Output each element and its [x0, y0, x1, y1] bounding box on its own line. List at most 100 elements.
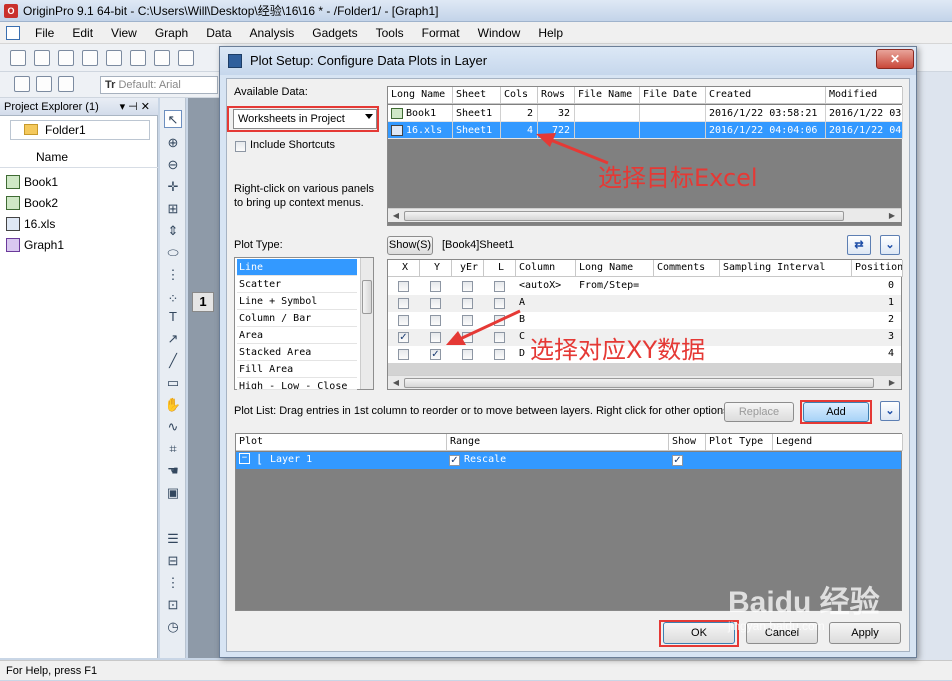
- x-checkbox-a[interactable]: [398, 298, 409, 309]
- data-selector-tool-icon[interactable]: ⇕: [164, 222, 182, 240]
- screen-reader-tool-icon[interactable]: ✛: [164, 178, 182, 196]
- plot-type-column-bar[interactable]: Column / Bar: [237, 310, 357, 327]
- x-checkbox-c[interactable]: ✓: [398, 332, 409, 343]
- region-tool-icon[interactable]: ⬭: [164, 244, 182, 262]
- table-cell[interactable]: 2016/1/22 03: [826, 105, 903, 122]
- plot-type-stacked-area[interactable]: Stacked Area: [237, 344, 357, 361]
- zoom-in-tool-icon[interactable]: ⊕: [164, 134, 182, 152]
- name-column-header[interactable]: Name: [0, 146, 158, 168]
- new-project-icon[interactable]: [10, 50, 26, 66]
- project-item-book1[interactable]: Book1: [4, 172, 58, 192]
- pointer-tool-icon[interactable]: ↖: [164, 110, 182, 128]
- col-header-file-date[interactable]: File Date: [640, 87, 706, 104]
- dialog-close-button[interactable]: ✕: [876, 49, 914, 69]
- menu-window[interactable]: Window: [469, 26, 530, 40]
- copy-icon[interactable]: [36, 76, 52, 92]
- table-cell[interactable]: Sheet1: [453, 122, 501, 139]
- col-header-file-name[interactable]: File Name: [575, 87, 640, 104]
- y-checkbox-autox[interactable]: [430, 281, 441, 292]
- col-header-legend[interactable]: Legend: [773, 434, 903, 451]
- expand-down-icon[interactable]: ⌄: [880, 235, 900, 255]
- col-header-yerr[interactable]: yEr: [452, 260, 484, 277]
- legend-tool-icon[interactable]: ☰: [164, 530, 182, 548]
- table-cell[interactable]: 32: [538, 105, 575, 122]
- clock-tool-icon[interactable]: ◷: [164, 618, 182, 636]
- show-checkbox[interactable]: ✓: [672, 455, 683, 466]
- swap-icon[interactable]: ⇄: [847, 235, 871, 255]
- col-header-position[interactable]: Position: [852, 260, 903, 277]
- plot-type-line[interactable]: Line: [237, 259, 357, 276]
- show-button[interactable]: Show(S): [387, 236, 433, 255]
- col-header-modified[interactable]: Modified: [826, 87, 903, 104]
- project-item-graph1[interactable]: Graph1: [4, 235, 64, 255]
- x-checkbox-b[interactable]: [398, 315, 409, 326]
- plot-type-area[interactable]: Area: [237, 327, 357, 344]
- scale-tool-icon[interactable]: ⊡: [164, 596, 182, 614]
- move-tool-icon[interactable]: ☚: [164, 462, 182, 480]
- pin-close-icon[interactable]: ▾ ⊣ ✕: [120, 98, 150, 116]
- new-graph-icon[interactable]: [58, 50, 74, 66]
- new-layout-icon[interactable]: [130, 50, 146, 66]
- cut-icon[interactable]: [14, 76, 30, 92]
- project-item-16xls[interactable]: 16.xls: [4, 214, 55, 234]
- rectangle-tool-icon[interactable]: ▭: [164, 374, 182, 392]
- font-selector[interactable]: Tr Default: Arial: [100, 76, 218, 94]
- layer-number-tab[interactable]: 1: [192, 292, 214, 312]
- new-function-icon[interactable]: [106, 50, 122, 66]
- menu-format[interactable]: Format: [413, 26, 469, 40]
- vertical-scrollbar[interactable]: [360, 258, 373, 389]
- axis-tool-icon[interactable]: ⋮: [164, 574, 182, 592]
- table-cell[interactable]: 2016/1/22 04: [826, 122, 903, 139]
- table-cell[interactable]: 2: [501, 105, 538, 122]
- col-header-l[interactable]: L: [484, 260, 516, 277]
- col-header-cols[interactable]: Cols: [501, 87, 538, 104]
- col-header-column[interactable]: Column: [516, 260, 576, 277]
- scroll-right-icon[interactable]: ▶: [886, 210, 898, 222]
- menu-file[interactable]: File: [26, 26, 63, 40]
- draw-data-tool-icon[interactable]: ⁘: [164, 290, 182, 308]
- col-header-sampling-interval[interactable]: Sampling Interval: [720, 260, 852, 277]
- col-header-created[interactable]: Created: [706, 87, 826, 104]
- plot-type-scatter[interactable]: Scatter: [237, 276, 357, 293]
- table-cell[interactable]: 2016/1/22 04:04:06: [706, 122, 826, 139]
- table-cell[interactable]: 2016/1/22 03:58:21: [706, 105, 826, 122]
- scroll-thumb[interactable]: [404, 211, 844, 221]
- zoom-out-tool-icon[interactable]: ⊖: [164, 156, 182, 174]
- x-checkbox-autox[interactable]: [398, 281, 409, 292]
- scroll-thumb[interactable]: [404, 378, 874, 388]
- col-header-rows[interactable]: Rows: [538, 87, 575, 104]
- layer-tool-icon[interactable]: ⊟: [164, 552, 182, 570]
- col-header-comments[interactable]: Comments: [654, 260, 720, 277]
- include-shortcuts-checkbox[interactable]: [235, 141, 246, 152]
- horizontal-scrollbar[interactable]: ◀ ▶: [388, 375, 901, 389]
- col-header-sheet[interactable]: Sheet: [453, 87, 501, 104]
- scroll-left-icon[interactable]: ◀: [390, 210, 402, 222]
- menu-data[interactable]: Data: [197, 26, 240, 40]
- col-header-plot-type[interactable]: Plot Type: [706, 434, 773, 451]
- menu-graph[interactable]: Graph: [146, 26, 197, 40]
- new-notes-icon[interactable]: [154, 50, 170, 66]
- new-worksheet-icon[interactable]: [34, 50, 50, 66]
- scroll-left-icon[interactable]: ◀: [390, 377, 402, 389]
- hand-tool-icon[interactable]: ✋: [164, 396, 182, 414]
- wave-tool-icon[interactable]: ∿: [164, 418, 182, 436]
- rescale-checkbox[interactable]: ✓: [449, 455, 460, 466]
- line-tool-icon[interactable]: ╱: [164, 352, 182, 370]
- menu-analysis[interactable]: Analysis: [241, 26, 304, 40]
- table-cell[interactable]: [640, 122, 706, 139]
- 3d-tool-icon[interactable]: ▣: [164, 484, 182, 502]
- table-cell[interactable]: [575, 105, 640, 122]
- paste-icon[interactable]: [58, 76, 74, 92]
- plot-type-fill-area[interactable]: Fill Area: [237, 361, 357, 378]
- col-header-x[interactable]: X: [388, 260, 420, 277]
- menu-edit[interactable]: Edit: [63, 26, 102, 40]
- mdi-window-icon[interactable]: [6, 25, 20, 40]
- col-header-long-name[interactable]: Long Name: [576, 260, 654, 277]
- plot-type-high-low-close[interactable]: High - Low - Close: [237, 378, 357, 390]
- menu-help[interactable]: Help: [529, 26, 572, 40]
- plot-list-row-layer1[interactable]: [236, 452, 901, 469]
- l-checkbox-d[interactable]: [494, 349, 505, 360]
- expand-down-icon[interactable]: ⌄: [880, 401, 900, 421]
- text-tool-icon[interactable]: T: [164, 308, 182, 326]
- yerr-checkbox-d[interactable]: [462, 349, 473, 360]
